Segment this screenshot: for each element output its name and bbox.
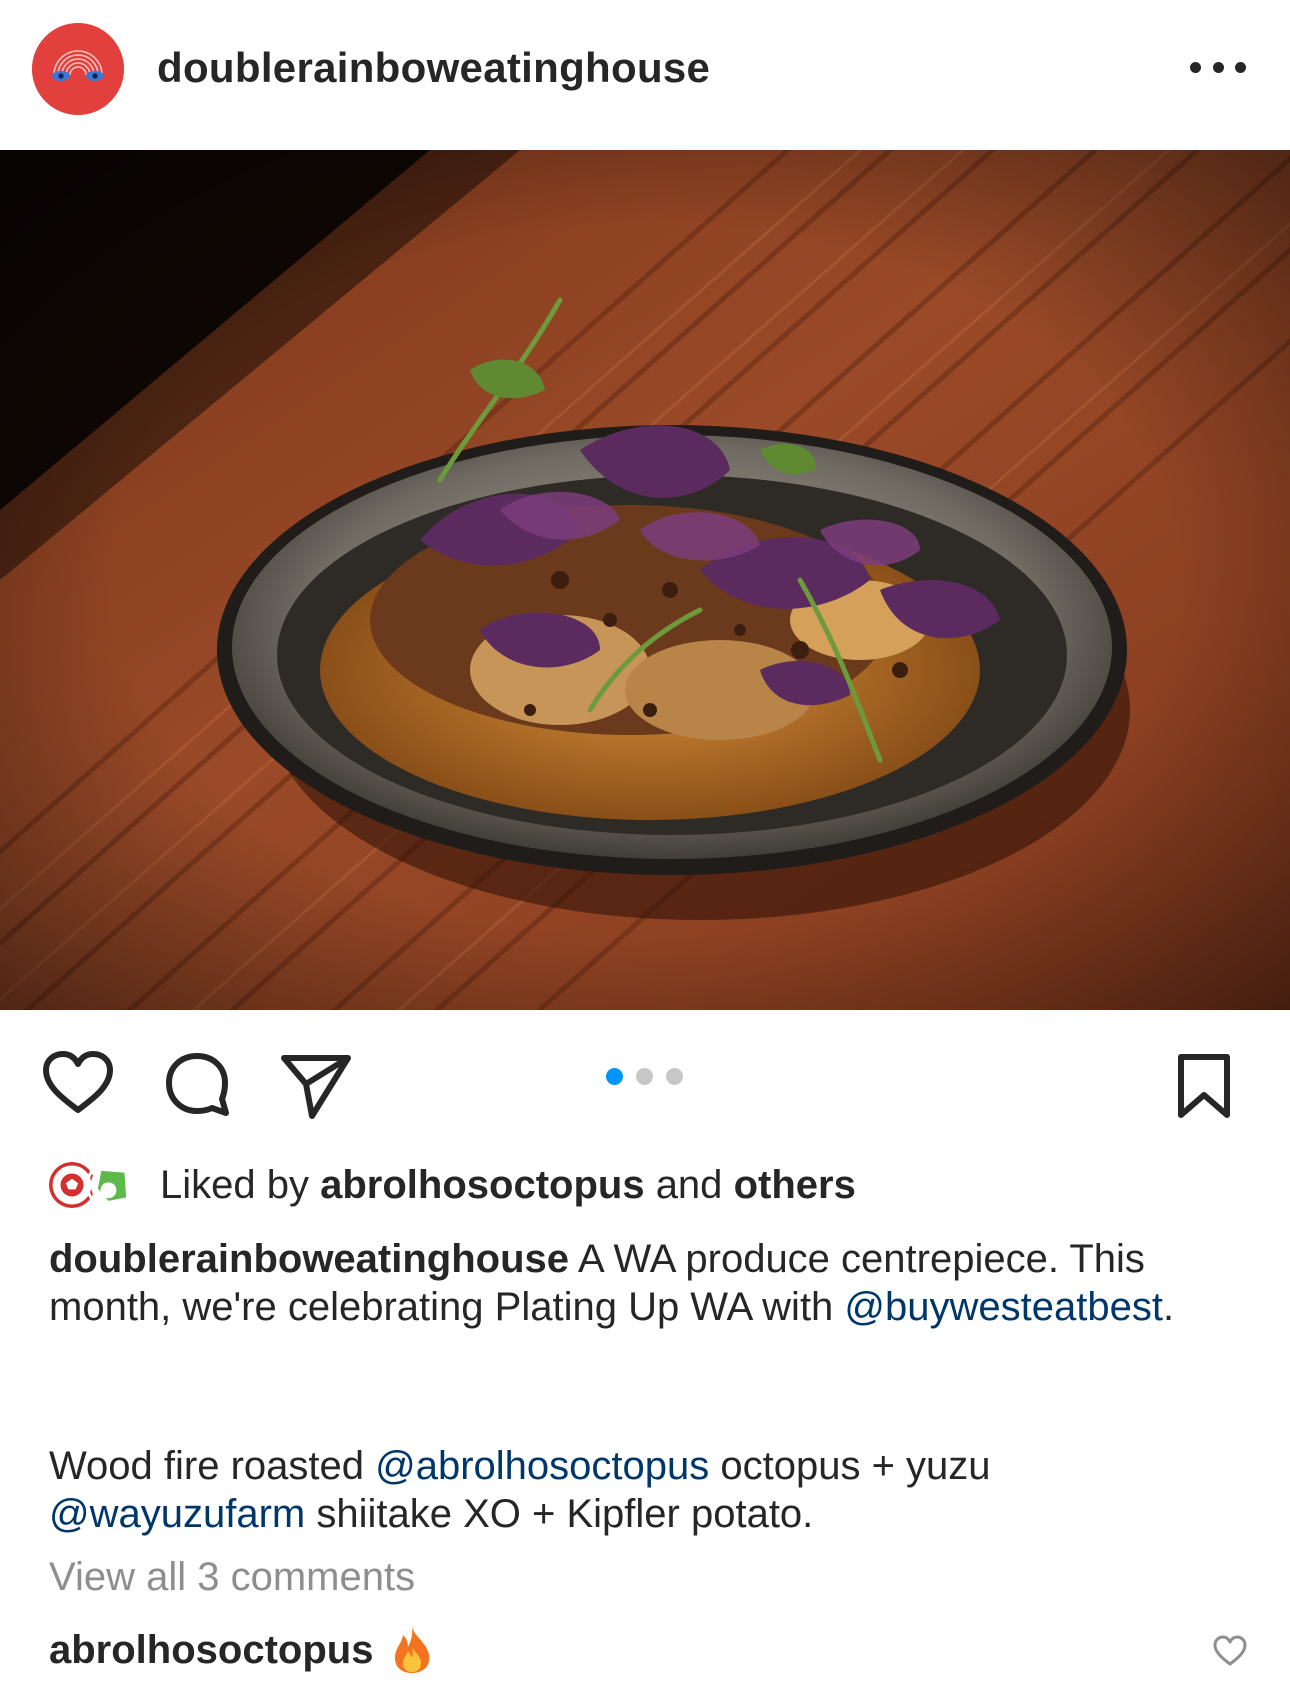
- view-all-comments-link[interactable]: View all 3 comments: [49, 1555, 415, 1600]
- likes-summary[interactable]: Liked by abrolhosoctopus and others: [46, 1158, 856, 1212]
- carousel-dot: [636, 1068, 653, 1085]
- carousel-dot: [666, 1068, 683, 1085]
- post-header: doublerainboweatinghouse: [0, 0, 1290, 150]
- comment-heart-icon[interactable]: [1212, 1635, 1248, 1667]
- rainbow-logo-icon: [32, 23, 124, 115]
- heart-icon[interactable]: [42, 1050, 114, 1114]
- caption-period: .: [1162, 1285, 1175, 1329]
- mention-link[interactable]: @abrolhosoctopus: [375, 1444, 709, 1488]
- post-caption-details: Wood fire roasted @abrolhosoctopus octop…: [49, 1442, 1249, 1538]
- share-icon[interactable]: [280, 1052, 352, 1120]
- post-image[interactable]: [0, 150, 1290, 1010]
- likes-conjunction: and: [655, 1162, 723, 1207]
- comment-username[interactable]: abrolhosoctopus: [49, 1628, 373, 1673]
- liker-avatar-icon: [86, 1159, 138, 1211]
- bookmark-icon[interactable]: [1176, 1052, 1232, 1120]
- likes-prefix: Liked by: [160, 1162, 309, 1207]
- post-caption: doublerainboweatinghouse A WA produce ce…: [49, 1235, 1249, 1331]
- caption-text: octopus + yuzu: [720, 1444, 991, 1488]
- mention-link[interactable]: @wayuzufarm: [49, 1492, 305, 1536]
- likes-text: Liked by abrolhosoctopus and others: [160, 1163, 856, 1208]
- food-photo: [0, 150, 1290, 1010]
- more-options-icon[interactable]: [1190, 52, 1246, 82]
- carousel-dot-active: [606, 1068, 623, 1085]
- comment-row: abrolhosoctopus: [49, 1625, 433, 1675]
- likes-others-link[interactable]: others: [734, 1163, 856, 1207]
- liker-username[interactable]: abrolhosoctopus: [320, 1163, 644, 1207]
- comment-icon[interactable]: [164, 1051, 230, 1117]
- mention-link[interactable]: @buywesteatbest: [844, 1285, 1163, 1329]
- liker-avatars: [46, 1158, 146, 1212]
- post-username[interactable]: doublerainboweatinghouse: [157, 44, 710, 92]
- caption-text: Wood fire roasted: [49, 1444, 364, 1488]
- profile-avatar[interactable]: [32, 23, 124, 115]
- fire-emoji-icon: [395, 1627, 430, 1673]
- carousel-indicator: [606, 1068, 683, 1085]
- caption-username[interactable]: doublerainboweatinghouse: [49, 1237, 569, 1281]
- caption-text: shiitake XO + Kipfler potato.: [316, 1492, 814, 1536]
